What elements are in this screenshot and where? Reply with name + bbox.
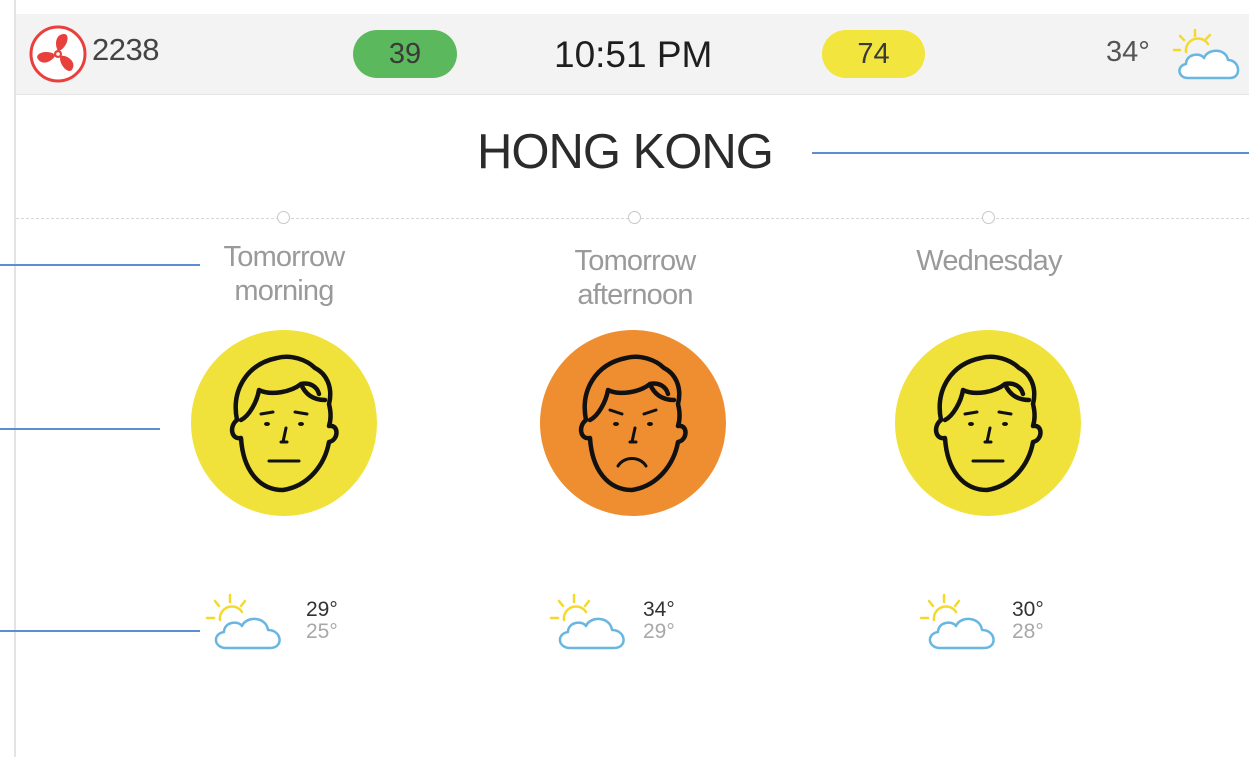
temperature-high: 30° (1012, 598, 1044, 621)
callout-line-title (812, 152, 1249, 154)
timeline-dot-2[interactable] (628, 211, 641, 224)
period-label-line2: morning (234, 275, 334, 307)
badge-green-value: 39 (388, 37, 422, 70)
temperature-high: 34° (643, 598, 675, 621)
sun-behind-cloud-icon (548, 592, 632, 652)
period-label-line1: Tomorrow (574, 245, 697, 277)
sun-behind-cloud-icon (204, 592, 288, 652)
callout-line-mood (0, 428, 160, 430)
mood-face-neutral[interactable] (895, 330, 1081, 516)
sun-behind-cloud-icon (918, 592, 1002, 652)
timeline-dot-3[interactable] (982, 211, 995, 224)
period-label-line1: Wednesday (916, 245, 1062, 277)
current-temperature: 34° (1106, 36, 1150, 68)
badge-yellow-value: 74 (857, 37, 890, 70)
temperature-low: 28° (1012, 620, 1044, 643)
weather-mood-screen: 2238 39 10:51 PM 74 34° HONG KONG Tomorr… (0, 0, 1249, 757)
forecast-period-label-1: Tomorrow morning (164, 240, 404, 308)
mood-face-neutral[interactable] (191, 330, 377, 516)
frame-left-edge (14, 0, 16, 757)
fan-count: 2238 (92, 32, 159, 67)
clock: 10:51 PM (554, 34, 713, 75)
frame-top (0, 0, 1249, 14)
forecast-period-label-3: Wednesday (869, 244, 1109, 278)
fan-icon[interactable] (28, 24, 88, 84)
callout-line-weather (0, 630, 200, 632)
temperature-low: 29° (643, 620, 675, 643)
forecast-period-label-2: Tomorrow afternoon (515, 244, 755, 312)
timeline-dot-1[interactable] (277, 211, 290, 224)
mood-face-sad[interactable] (540, 330, 726, 516)
air-quality-badge-moderate[interactable]: 74 (822, 30, 925, 78)
temperature-low: 25° (306, 620, 338, 643)
temperature-high: 29° (306, 598, 338, 621)
period-label-line2: afternoon (577, 279, 693, 311)
air-quality-badge-good[interactable]: 39 (353, 30, 457, 78)
city-title: HONG KONG (477, 125, 774, 179)
period-label-line1: Tomorrow (223, 241, 346, 273)
sun-behind-cloud-icon (1168, 26, 1246, 82)
